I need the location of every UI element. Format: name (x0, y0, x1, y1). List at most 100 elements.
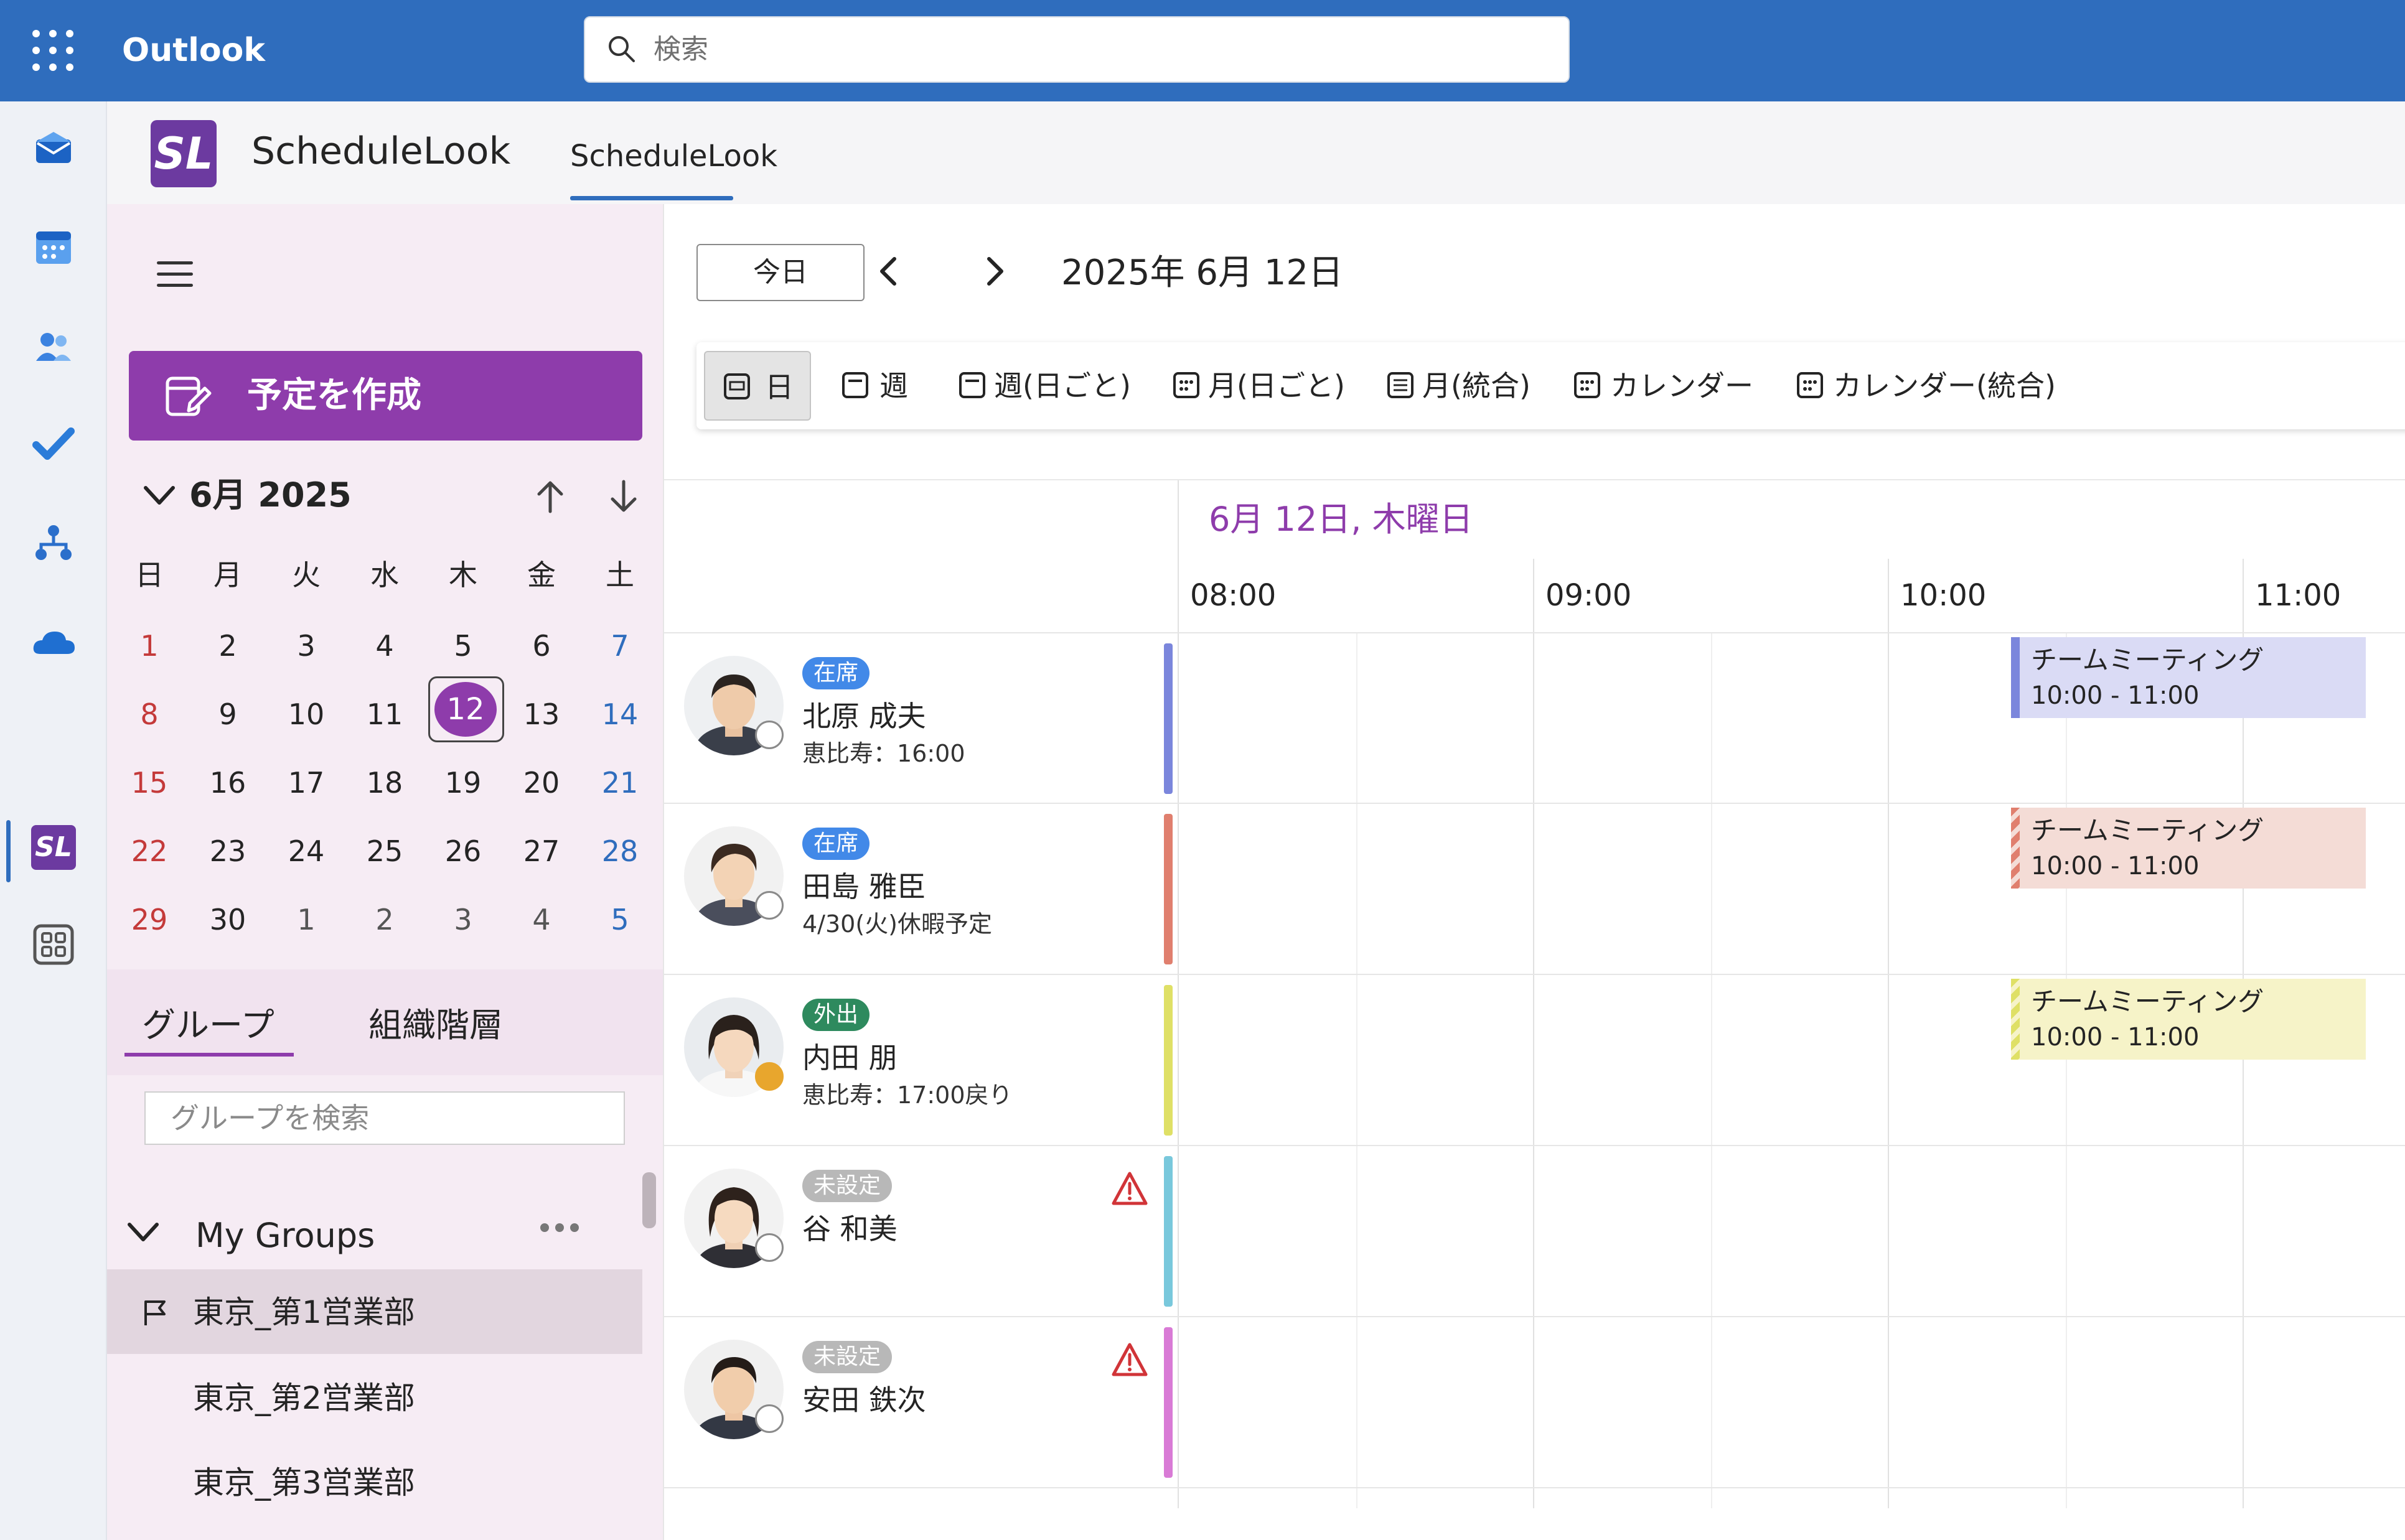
current-date: 2025年 6月 12日 (1061, 253, 1344, 293)
view-week-by-day-button[interactable]: 週(日ごと) (958, 351, 1145, 421)
view-month-by-day-button[interactable]: 月(日ごと) (1172, 351, 1359, 421)
view-week-button[interactable]: 週 (841, 351, 934, 421)
calendar-day[interactable]: 18 (345, 763, 424, 803)
more-options-icon[interactable] (540, 1218, 590, 1237)
event-color-bar (2011, 637, 2020, 718)
group-search-input[interactable]: グループを検索 (144, 1091, 625, 1145)
calendar-day[interactable]: 19 (424, 763, 502, 803)
more-apps-icon[interactable] (29, 920, 78, 969)
people-icon[interactable] (29, 322, 78, 372)
my-groups-label: My Groups (195, 1216, 375, 1255)
person-row: 在席 田島 雅臣 4/30(火)休暇予定 チームミーティング 10:00 - 1… (664, 804, 2405, 973)
calendar-day[interactable]: 1 (267, 900, 345, 940)
calendar-day[interactable]: 7 (581, 626, 659, 666)
my-groups-header[interactable]: My Groups (124, 1200, 622, 1268)
calendar-day[interactable]: 4 (502, 900, 581, 940)
person-row: 在席 北原 成夫 恵比寿：16:00 チームミーティング 10:00 - 11:… (664, 633, 2405, 803)
person-name: 内田 朋 (802, 1041, 898, 1075)
calendar-day[interactable]: 10 (267, 694, 345, 734)
calendar-day[interactable]: 30 (189, 900, 267, 940)
person-row: 外出 内田 朋 恵比寿：17:00戻り チームミーティング 10:00 - 11… (664, 975, 2405, 1144)
schedulelook-app-icon[interactable]: SL (31, 825, 76, 870)
search-placeholder: 検索 (654, 34, 708, 65)
grid-divider (664, 479, 2405, 480)
calendar-day[interactable]: 5 (581, 900, 659, 940)
calendar-day[interactable]: 20 (502, 763, 581, 803)
event-time: 10:00 - 11:00 (2031, 852, 2200, 880)
person-row: 未設定 安田 鉄次 (664, 1317, 2405, 1486)
calendar-day[interactable]: 14 (581, 694, 659, 734)
search-box[interactable]: 検索 (584, 16, 1570, 83)
calendar-day[interactable]: 21 (581, 763, 659, 803)
calendar-day[interactable]: 15 (110, 763, 189, 803)
calendar-day[interactable]: 3 (267, 626, 345, 666)
calendar-day[interactable]: 2 (189, 626, 267, 666)
calendar-day[interactable]: 29 (110, 900, 189, 940)
calendar-day[interactable]: 9 (189, 694, 267, 734)
warning-icon[interactable] (1111, 1342, 1148, 1377)
tab-org-hierarchy[interactable]: 組織階層 (368, 1001, 503, 1050)
tab-schedulelook[interactable]: ScheduleLook (570, 131, 777, 181)
presence-unknown-icon (755, 721, 784, 749)
calendar-day[interactable]: 2 (345, 900, 424, 940)
calendar-day[interactable]: 3 (424, 900, 502, 940)
calendar-day[interactable]: 1 (110, 626, 189, 666)
group-item-tokyo-sales-3[interactable]: 東京_第3営業部 (107, 1440, 642, 1524)
calendar-day[interactable]: 6 (502, 626, 581, 666)
month-by-day-view-icon (1173, 372, 1199, 398)
today-button[interactable]: 今日 (696, 244, 865, 301)
status-badge: 在席 (802, 828, 870, 860)
app-launcher-icon[interactable] (32, 30, 73, 71)
calendar-day[interactable]: 25 (345, 831, 424, 871)
view-month-combined-button[interactable]: 月(統合) (1386, 351, 1548, 421)
week-by-day-view-icon (959, 372, 985, 398)
mail-icon[interactable] (29, 123, 78, 173)
app-name: Outlook (122, 32, 265, 69)
presence-unknown-icon (755, 891, 784, 920)
event-team-meeting[interactable]: チームミーティング 10:00 - 11:00 (2011, 808, 2366, 889)
calendar-day[interactable]: 5 (424, 626, 502, 666)
event-time: 10:00 - 11:00 (2031, 681, 2200, 710)
person-row: 未設定 谷 和美 (664, 1146, 2405, 1315)
calendar-day[interactable]: 16 (189, 763, 267, 803)
calendar-day[interactable]: 23 (189, 831, 267, 871)
todo-check-icon[interactable] (29, 419, 78, 469)
onedrive-cloud-icon[interactable] (29, 618, 78, 668)
calendar-day[interactable]: 11 (345, 694, 424, 734)
calendar-day[interactable]: 28 (581, 831, 659, 871)
warning-icon[interactable] (1111, 1171, 1148, 1206)
calendar-icon[interactable] (29, 223, 78, 273)
calendar-day[interactable]: 4 (345, 626, 424, 666)
selected-day[interactable]: 12 (434, 682, 497, 737)
schedulelook-logo: SL (151, 120, 217, 187)
tab-groups[interactable]: グループ (142, 1001, 274, 1050)
chevron-down-icon[interactable] (124, 1213, 162, 1251)
person-note: 恵比寿：17:00戻り (802, 1081, 1013, 1109)
next-day-chevron-icon[interactable] (975, 253, 1013, 290)
app-title: ScheduleLook (251, 129, 511, 173)
org-chart-icon[interactable] (29, 518, 78, 568)
sidebar-tabs: グループ 組織階層 (107, 969, 663, 1075)
time-label: 09:00 (1545, 578, 1632, 613)
status-badge: 外出 (802, 999, 870, 1031)
group-item-tokyo-sales-2[interactable]: 東京_第2営業部 (107, 1355, 642, 1440)
view-week-by-day-label: 週(日ごと) (994, 369, 1131, 403)
view-calendar-button[interactable]: カレンダー (1573, 351, 1772, 421)
view-calendar-combined-button[interactable]: カレンダー(統合) (1796, 351, 2057, 421)
event-team-meeting[interactable]: チームミーティング 10:00 - 11:00 (2011, 637, 2366, 718)
calendar-day[interactable]: 17 (267, 763, 345, 803)
view-day-button[interactable]: 日 (704, 351, 811, 421)
status-badge: 未設定 (802, 1341, 893, 1373)
event-team-meeting[interactable]: チームミーティング 10:00 - 11:00 (2011, 979, 2366, 1060)
group-item-tokyo-sales-1[interactable]: 東京_第1営業部 (107, 1269, 642, 1354)
previous-day-chevron-icon[interactable] (871, 253, 908, 290)
calendar-day[interactable]: 13 (502, 694, 581, 734)
calendar-day[interactable]: 24 (267, 831, 345, 871)
calendar-day[interactable]: 26 (424, 831, 502, 871)
sidebar-scrollbar[interactable] (642, 1172, 656, 1228)
calendar-day[interactable]: 22 (110, 831, 189, 871)
schedule-date-header: 6月 12日, 木曜日 (1209, 500, 1473, 539)
calendar-day[interactable]: 8 (110, 694, 189, 734)
person-name: 田島 雅臣 (802, 870, 926, 903)
calendar-day[interactable]: 27 (502, 831, 581, 871)
